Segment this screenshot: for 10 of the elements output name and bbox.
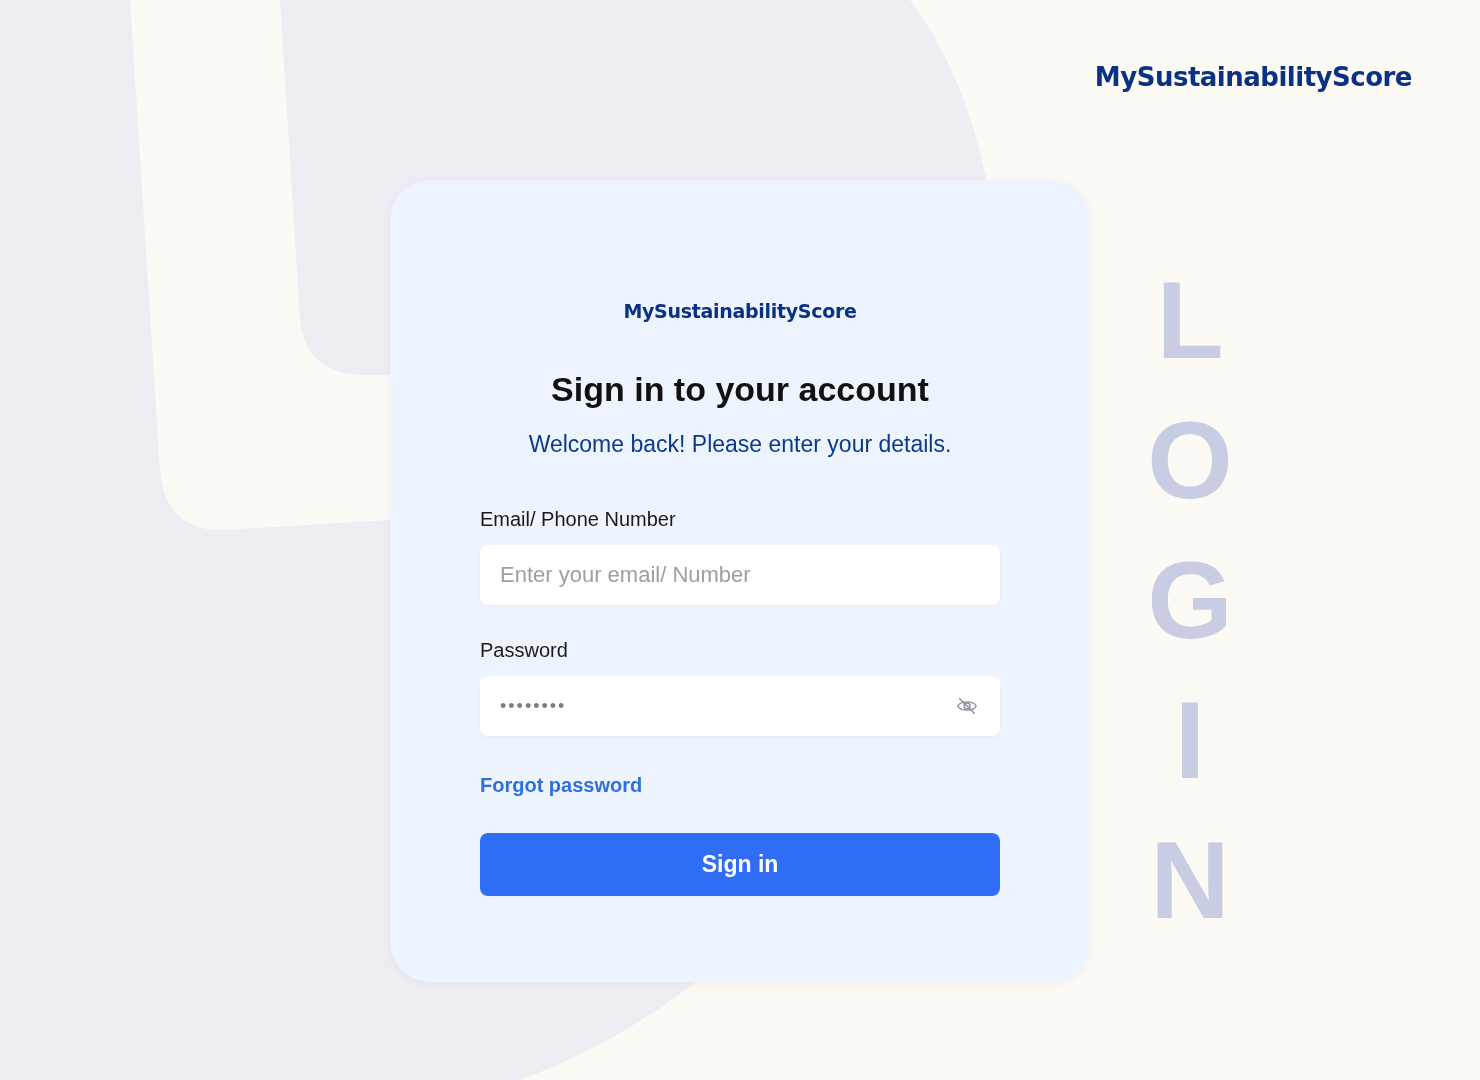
forgot-password-link[interactable]: Forgot password bbox=[480, 774, 643, 797]
form-subtitle: Welcome back! Please enter your details. bbox=[528, 431, 952, 458]
field-label: Password bbox=[480, 639, 568, 662]
password-field[interactable]: •••••••• bbox=[480, 676, 1000, 736]
form-title: Sign in to your account bbox=[551, 370, 929, 409]
sign-in-button[interactable]: Sign in bbox=[480, 833, 1000, 896]
brand-logo: MySustainabilityScore bbox=[623, 300, 857, 322]
email-field[interactable]: Enter your email/ Number bbox=[480, 545, 1000, 605]
field-label: Email/ Phone Number bbox=[480, 508, 676, 531]
brand-logo: MySustainabilityScore bbox=[1094, 62, 1412, 94]
